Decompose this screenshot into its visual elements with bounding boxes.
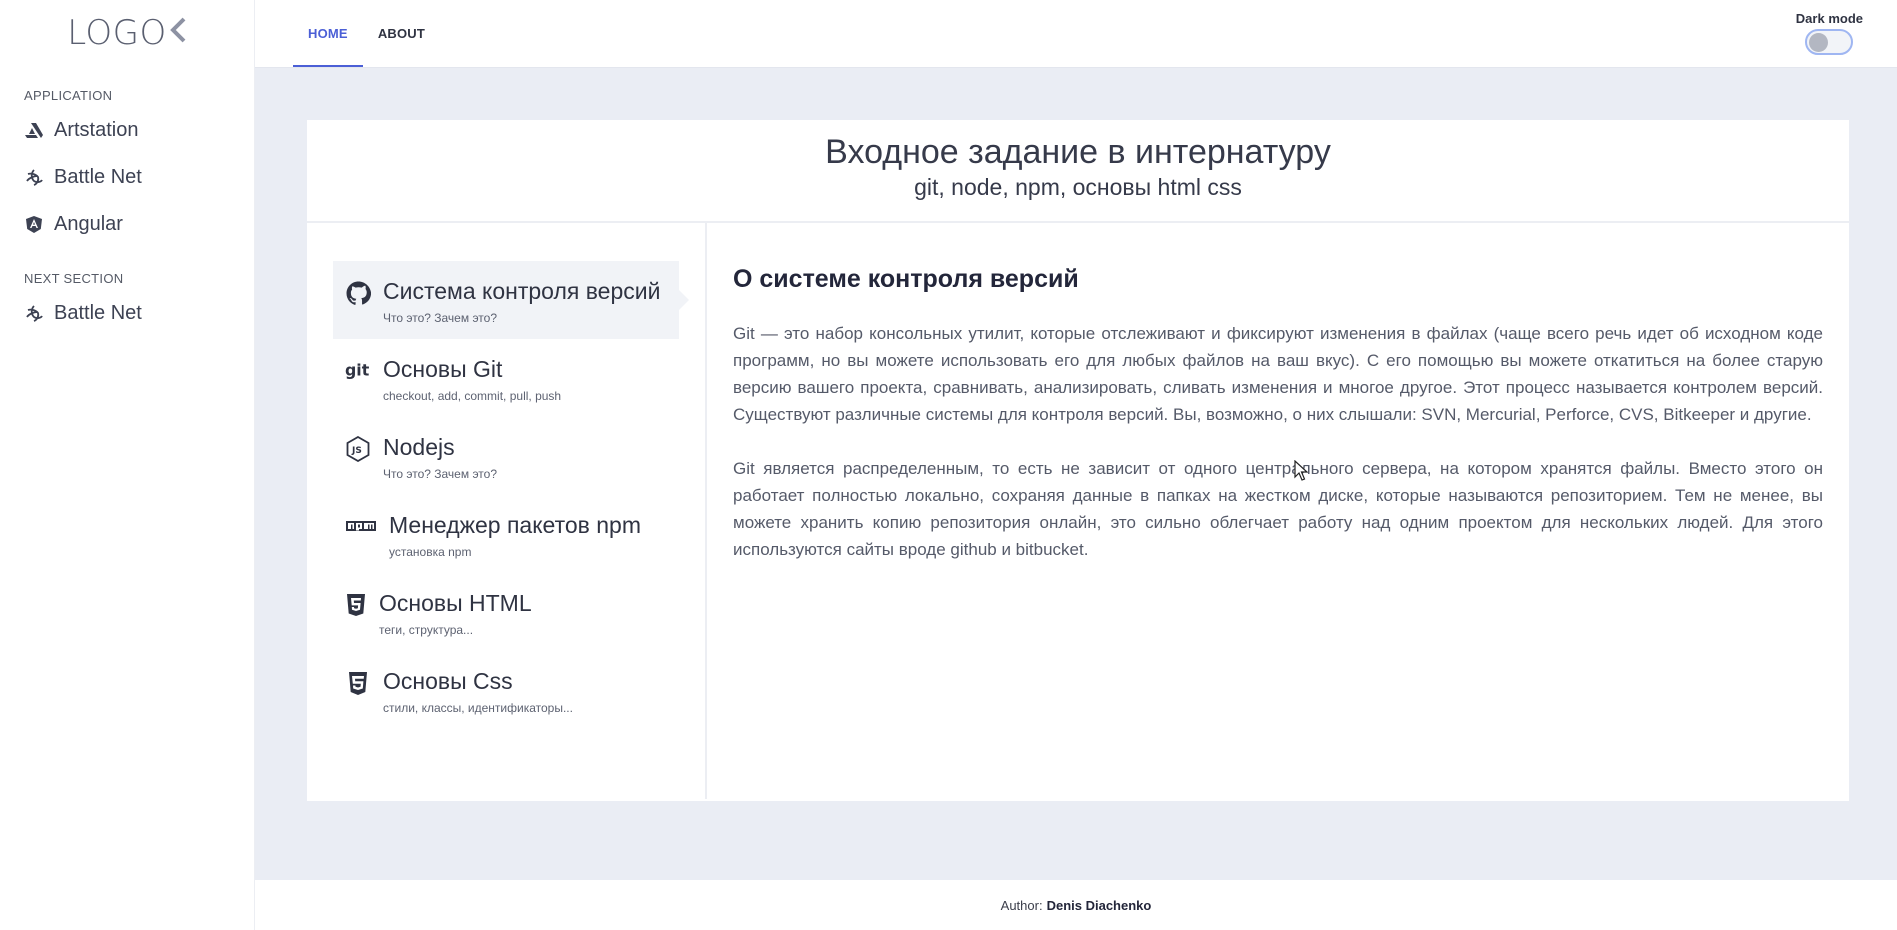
collapse-chevron-icon[interactable]: [169, 13, 187, 53]
sidebar-item-battlenet-2[interactable]: Battle Net: [24, 290, 230, 337]
lesson-text: Основы HTML теги, структура...: [379, 589, 532, 639]
artstation-icon: [24, 121, 44, 141]
lesson-text: Менеджер пакетов npm установка npm: [389, 511, 641, 561]
lesson-subtitle: checkout, add, commit, pull, push: [383, 389, 562, 403]
svg-text:git: git: [345, 361, 370, 380]
nav-section-application: APPLICATION Artstation Battle Net Angula…: [0, 88, 254, 248]
svg-text:JS: JS: [351, 446, 362, 456]
lesson-list: Система контроля версий Что это? Зачем э…: [307, 223, 707, 799]
nav-section-next: NEXT SECTION Battle Net: [0, 271, 254, 337]
lesson-item-html[interactable]: Основы HTML теги, структура...: [333, 573, 679, 651]
nav-heading: NEXT SECTION: [24, 271, 124, 286]
lesson-subtitle: стили, классы, идентификаторы...: [383, 701, 573, 715]
dark-mode-label: Dark mode: [1795, 11, 1863, 26]
battlenet-icon: [24, 304, 44, 324]
sidebar-item-label: Angular: [54, 213, 123, 235]
lesson-item-npm[interactable]: Менеджер пакетов npm установка npm: [333, 495, 679, 573]
dark-mode-control: Dark mode: [1796, 11, 1863, 55]
sidebar-item-artstation[interactable]: Artstation: [24, 107, 230, 154]
app: LOGO APPLICATION Artstation Battle Net A…: [0, 0, 1897, 930]
lesson-text: Основы Css стили, классы, идентификаторы…: [383, 667, 573, 717]
top-nav: HOME ABOUT Dark mode: [255, 0, 1897, 68]
npm-icon: [345, 514, 377, 540]
sidebar-item-battlenet[interactable]: Battle Net: [24, 154, 230, 201]
card-body: Система контроля версий Что это? Зачем э…: [307, 223, 1849, 799]
lesson-item-nodejs[interactable]: JS Nodejs Что это? Зачем это?: [333, 417, 679, 495]
content-heading: О системе контроля версий: [733, 265, 1079, 293]
git-icon: git: [345, 358, 371, 384]
dark-mode-toggle[interactable]: [1805, 29, 1854, 55]
footer-prefix: Author:: [1000, 897, 1043, 913]
lesson-text: Nodejs Что это? Зачем это?: [383, 433, 497, 483]
html5-icon: [345, 592, 367, 618]
lesson-item-css[interactable]: Основы Css стили, классы, идентификаторы…: [333, 651, 679, 729]
sidebar-item-angular[interactable]: Angular: [24, 201, 230, 248]
tab-home[interactable]: HOME: [293, 0, 363, 67]
content-card: Входное задание в интернатуру git, node,…: [307, 120, 1849, 801]
lesson-title: Nodejs: [383, 434, 455, 460]
css3-icon: [345, 670, 371, 696]
lesson-title: Основы Git: [383, 356, 503, 382]
lesson-title: Менеджер пакетов npm: [389, 512, 641, 538]
footer: Author: Denis Diachenko: [255, 880, 1897, 930]
lesson-content: О системе контроля версий Git — это набо…: [707, 223, 1849, 799]
lesson-item-vcs[interactable]: Система контроля версий Что это? Зачем э…: [333, 261, 689, 339]
lesson-title: Система контроля версий: [383, 278, 661, 304]
page-title: Входное задание в интернатуру: [825, 133, 1331, 171]
battlenet-icon: [24, 168, 44, 188]
lesson-subtitle: Что это? Зачем это?: [383, 467, 498, 481]
main-area: HOME ABOUT Dark mode Входное задание в и…: [255, 0, 1897, 930]
sidebar-item-label: Battle Net: [54, 166, 142, 188]
sidebar-item-label: Artstation: [54, 119, 139, 141]
nodejs-icon: JS: [345, 436, 371, 462]
lesson-item-git[interactable]: git Основы Git checkout, add, commit, pu…: [333, 339, 679, 417]
lesson-subtitle: установка npm: [389, 545, 472, 559]
tab-about[interactable]: ABOUT: [363, 0, 440, 67]
sidebar: LOGO APPLICATION Artstation Battle Net A…: [0, 0, 255, 930]
logo[interactable]: LOGO: [0, 0, 254, 66]
card-header: Входное задание в интернатуру git, node,…: [307, 120, 1849, 223]
github-icon: [345, 280, 371, 306]
lesson-subtitle: Что это? Зачем это?: [383, 311, 498, 325]
content-paragraph: Git — это набор консольных утилит, котор…: [733, 324, 1823, 424]
sidebar-item-label: Battle Net: [54, 302, 142, 324]
angular-icon: [24, 215, 44, 235]
lesson-text: Основы Git checkout, add, commit, pull, …: [383, 355, 561, 405]
lesson-subtitle: теги, структура...: [379, 623, 474, 637]
nav-heading: APPLICATION: [24, 88, 113, 103]
footer-author: Denis Diachenko: [1046, 897, 1152, 913]
page-subtitle: git, node, npm, основы html css: [914, 174, 1242, 200]
toggle-knob: [1809, 33, 1829, 52]
mouse-cursor-icon: [1294, 460, 1308, 481]
logo-text: LOGO: [67, 13, 167, 53]
content-paragraph: Git является распределенным, то есть не …: [733, 459, 1823, 559]
lesson-title: Основы Css: [383, 668, 513, 694]
lesson-title: Основы HTML: [379, 590, 532, 616]
lesson-text: Система контроля версий Что это? Зачем э…: [383, 277, 660, 327]
